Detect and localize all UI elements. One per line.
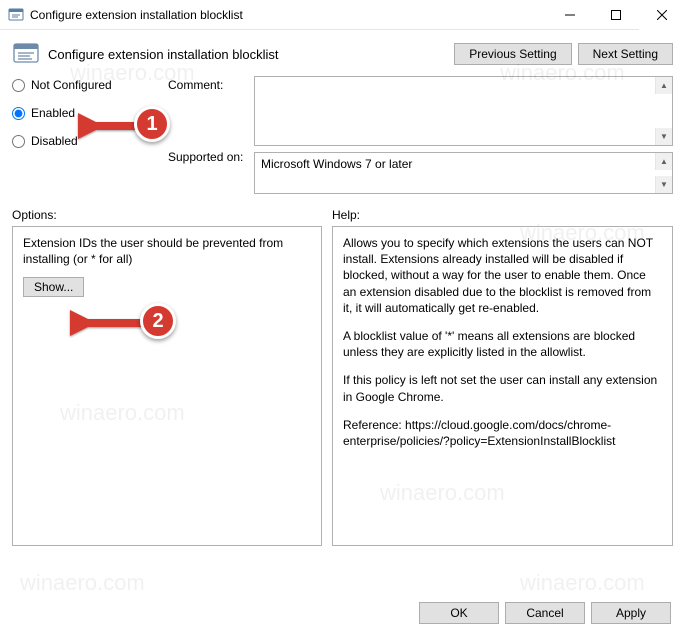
- scroll-up-icon[interactable]: ▲: [655, 153, 672, 170]
- watermark: winaero.com: [20, 570, 145, 596]
- scroll-down-icon[interactable]: ▼: [655, 176, 672, 193]
- show-button[interactable]: Show...: [23, 277, 84, 297]
- callout-arrow-2: [70, 310, 148, 336]
- supported-on-label: Supported on:: [168, 148, 248, 164]
- options-panel: Extension IDs the user should be prevent…: [12, 226, 322, 546]
- options-section-label: Options:: [12, 208, 332, 222]
- header-row: Configure extension installation blockli…: [12, 40, 673, 68]
- ok-button[interactable]: OK: [419, 602, 499, 624]
- scroll-up-icon[interactable]: ▲: [655, 77, 672, 94]
- watermark: winaero.com: [520, 570, 645, 596]
- comment-label: Comment:: [168, 76, 248, 92]
- radio-not-configured[interactable]: Not Configured: [12, 78, 162, 92]
- radio-not-configured-input[interactable]: [12, 79, 25, 92]
- previous-setting-button[interactable]: Previous Setting: [454, 43, 571, 65]
- scroll-down-icon[interactable]: ▼: [655, 128, 672, 145]
- callout-badge-2: 2: [140, 303, 176, 339]
- callout-badge-1: 1: [134, 106, 170, 142]
- titlebar: Configure extension installation blockli…: [0, 0, 685, 30]
- radio-enabled-input[interactable]: [12, 107, 25, 120]
- policy-icon: [12, 40, 40, 68]
- help-paragraph-1: Allows you to specify which extensions t…: [343, 235, 662, 316]
- dialog-footer: OK Cancel Apply: [419, 602, 671, 624]
- maximize-button[interactable]: [593, 0, 639, 30]
- close-button[interactable]: [639, 0, 685, 30]
- cancel-button[interactable]: Cancel: [505, 602, 585, 624]
- supported-on-value: Microsoft Windows 7 or later: [261, 157, 412, 171]
- radio-not-configured-label: Not Configured: [31, 78, 112, 92]
- minimize-button[interactable]: [547, 0, 593, 30]
- help-paragraph-2: A blocklist value of '*' means all exten…: [343, 328, 662, 360]
- page-heading: Configure extension installation blockli…: [48, 47, 454, 62]
- next-setting-button[interactable]: Next Setting: [578, 43, 673, 65]
- help-panel: Allows you to specify which extensions t…: [332, 226, 673, 546]
- help-section-label: Help:: [332, 208, 360, 222]
- radio-disabled-input[interactable]: [12, 135, 25, 148]
- radio-disabled-label: Disabled: [31, 134, 78, 148]
- callout-arrow-1: [78, 113, 142, 139]
- supported-on-box: Microsoft Windows 7 or later ▲ ▼: [254, 152, 673, 194]
- window-title: Configure extension installation blockli…: [30, 8, 547, 22]
- radio-enabled-label: Enabled: [31, 106, 75, 120]
- help-paragraph-4: Reference: https://cloud.google.com/docs…: [343, 417, 662, 449]
- apply-button[interactable]: Apply: [591, 602, 671, 624]
- help-paragraph-3: If this policy is left not set the user …: [343, 372, 662, 404]
- comment-textarea[interactable]: ▲ ▼: [254, 76, 673, 146]
- options-description: Extension IDs the user should be prevent…: [23, 235, 311, 267]
- app-icon: [8, 7, 24, 23]
